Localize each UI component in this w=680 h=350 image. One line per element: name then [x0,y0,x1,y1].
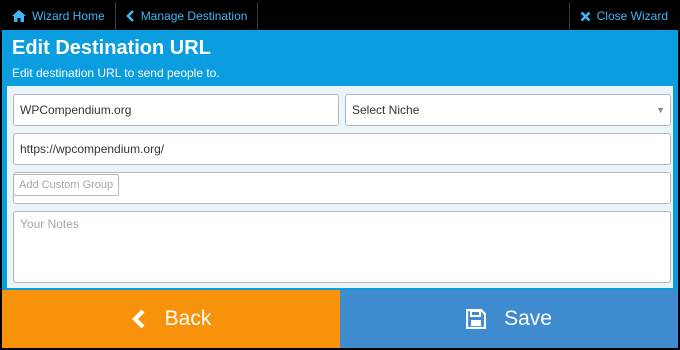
nav-wizard-home[interactable]: Wizard Home [2,2,116,30]
wizard-header: Edit Destination URL Edit destination UR… [2,30,678,86]
wizard-window: Wizard Home Manage Destination Close Wiz… [0,0,680,350]
page-subtitle: Edit destination URL to send people to. [12,66,220,80]
destination-form: WPCompendium.org Select Niche ▼ https://… [7,86,673,288]
destination-name-input[interactable]: WPCompendium.org [13,94,339,126]
page-title: Edit Destination URL [12,37,211,59]
save-button[interactable]: Save [340,290,678,348]
home-icon [12,10,26,22]
chevron-left-icon [131,309,145,329]
destination-url-input[interactable]: https://wpcompendium.org/ [13,133,671,165]
nav-manage-destination-label: Manage Destination [140,9,248,23]
dropdown-arrow-icon: ▼ [656,105,665,115]
close-icon [580,11,591,21]
notes-textarea[interactable]: Your Notes [13,211,671,283]
back-button[interactable]: Back [2,290,340,348]
add-custom-group-button[interactable]: Add Custom Group [13,174,120,196]
nav-wizard-home-label: Wizard Home [32,9,105,23]
niche-select-value: Select Niche [352,103,420,117]
chevron-left-icon [125,10,134,22]
nav-manage-destination[interactable]: Manage Destination [116,2,259,30]
nav-close-wizard-label: Close Wizard [596,9,668,23]
nav-close-wizard[interactable]: Close Wizard [568,2,678,30]
niche-select[interactable]: Select Niche ▼ [345,94,671,126]
floppy-disk-icon [466,309,487,329]
top-nav: Wizard Home Manage Destination Close Wiz… [2,2,678,30]
save-button-label: Save [504,307,552,330]
back-button-label: Back [164,307,212,330]
